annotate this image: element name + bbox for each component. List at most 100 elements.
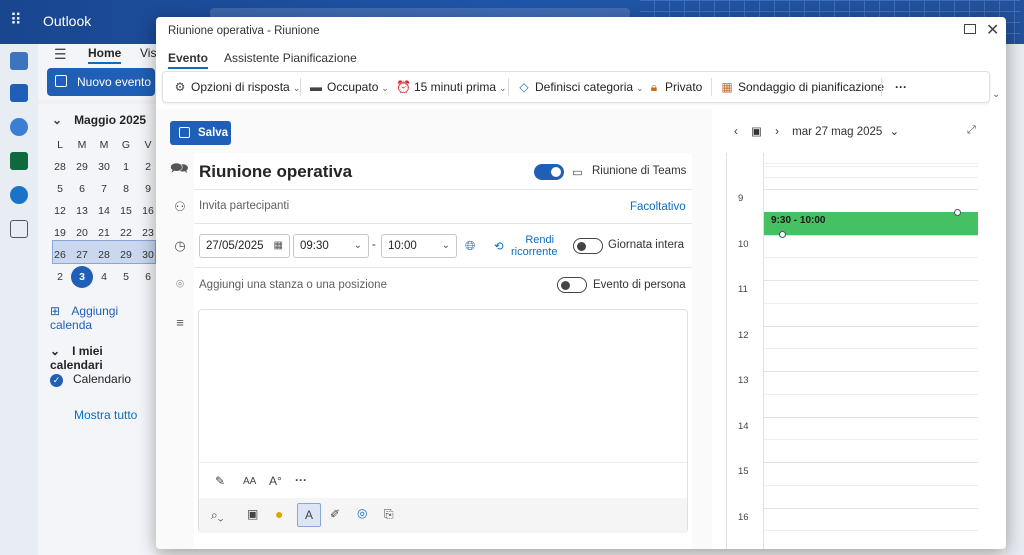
- new-event-button[interactable]: Nuovo evento: [47, 68, 155, 96]
- mini-calendar-day[interactable]: 29: [115, 244, 137, 266]
- mini-calendar-day[interactable]: 28: [93, 244, 115, 266]
- image-icon[interactable]: ▣: [247, 507, 258, 521]
- chevron-down-icon: ⌄: [381, 83, 389, 93]
- prev-day-icon[interactable]: ‹: [734, 126, 738, 138]
- reminder-button[interactable]: ⏰ 15 minuti prima ⌄: [396, 72, 507, 102]
- mini-calendar-day[interactable]: 1: [115, 156, 137, 178]
- end-time-select[interactable]: 10:00 ⌄: [381, 234, 457, 258]
- reminder-label: 15 minuti prima: [414, 80, 497, 94]
- show-all-link[interactable]: Mostra tutto: [74, 408, 137, 422]
- mini-calendar-day[interactable]: 19: [49, 222, 71, 244]
- busy-status-button[interactable]: ▬ Occupato ⌄: [309, 72, 389, 102]
- dialog-titlebar: Riunione operativa - Riunione ✕: [156, 17, 1006, 45]
- format-painter-icon[interactable]: ✎: [215, 474, 225, 488]
- save-label: Salva: [198, 127, 229, 139]
- mini-calendar-day[interactable]: 3: [71, 266, 93, 288]
- checkmark-icon: ✓: [50, 374, 63, 387]
- location-input[interactable]: Aggiungi una stanza o una posizione: [199, 279, 387, 291]
- mini-calendar-day[interactable]: 26: [49, 244, 71, 266]
- more-options-button[interactable]: ···: [895, 72, 907, 102]
- location-pin-icon: ⌾: [176, 276, 184, 291]
- calendar-plus-icon: ⊞: [50, 304, 61, 318]
- ribbon-expand-icon[interactable]: ⌄: [992, 89, 1000, 100]
- insert-icon[interactable]: ⎘: [384, 507, 394, 522]
- mini-calendar-day[interactable]: 5: [49, 178, 71, 200]
- tab-event[interactable]: Evento: [168, 51, 209, 69]
- add-calendar-link[interactable]: ⊞ Aggiungi calenda: [50, 304, 156, 332]
- calendar-nav: ‹ ▣ › mar 27 mag 2025 ⌄: [734, 124, 909, 138]
- editor-more-button[interactable]: ···: [295, 473, 307, 487]
- save-button[interactable]: Salva: [170, 121, 231, 145]
- mail-icon[interactable]: [10, 52, 28, 70]
- calendar-icon[interactable]: [10, 84, 28, 102]
- today-icon[interactable]: ▣: [751, 126, 762, 138]
- mini-calendar-day[interactable]: 30: [93, 156, 115, 178]
- hour-line: [763, 325, 978, 327]
- pen-icon[interactable]: ✐: [330, 507, 340, 521]
- mini-calendar-day[interactable]: 4: [93, 266, 115, 288]
- my-calendars-header[interactable]: ⌄ I miei calendari: [50, 344, 156, 372]
- calendar-item[interactable]: ✓ Calendario: [50, 372, 131, 387]
- mini-calendar-header[interactable]: ⌄ Maggio 2025: [52, 113, 146, 127]
- onedrive-icon[interactable]: [10, 186, 28, 204]
- all-day-toggle[interactable]: [573, 238, 603, 254]
- calendar-date-label[interactable]: mar 27 mag 2025: [792, 126, 882, 138]
- scheduling-poll-button[interactable]: ▦ Sondaggio di pianificazione: [720, 72, 884, 102]
- menu-icon[interactable]: ☰: [54, 46, 67, 63]
- apps-icon[interactable]: [10, 220, 28, 238]
- app-launcher-icon[interactable]: ⠿: [10, 12, 28, 30]
- close-icon[interactable]: ✕: [986, 20, 999, 40]
- people-icon[interactable]: [10, 118, 28, 136]
- recurrence-icon: ⟲: [494, 241, 504, 253]
- clock-icon: ◷: [174, 238, 186, 253]
- mini-calendar-day[interactable]: 21: [93, 222, 115, 244]
- mini-calendar-day[interactable]: 5: [115, 266, 137, 288]
- emoji-icon[interactable]: ●: [275, 506, 283, 522]
- tab-home[interactable]: Home: [88, 46, 122, 64]
- toolbar-divider: [300, 78, 301, 96]
- resize-handle-bottom[interactable]: [779, 230, 786, 238]
- mini-calendar-day[interactable]: 7: [93, 178, 115, 200]
- response-options-button[interactable]: ⚙ Opzioni di risposta ⌄: [173, 72, 301, 102]
- mini-calendar-day[interactable]: 27: [71, 244, 93, 266]
- office-icon[interactable]: [10, 152, 28, 170]
- superscript-icon[interactable]: A°: [269, 474, 282, 488]
- attach-icon[interactable]: ⌕⌄: [211, 508, 223, 523]
- text-format-icon[interactable]: A: [297, 503, 321, 527]
- half-hour-line: [763, 393, 978, 395]
- font-size-icon[interactable]: AA: [243, 476, 256, 487]
- tab-scheduling-assistant[interactable]: Assistente Pianificazione: [224, 51, 357, 65]
- mini-calendar-day[interactable]: 29: [71, 156, 93, 178]
- mini-calendar-day[interactable]: 20: [71, 222, 93, 244]
- date-picker[interactable]: 27/05/2025 ▦: [199, 234, 290, 258]
- optional-attendees-link[interactable]: Facoltativo: [630, 201, 686, 213]
- in-person-toggle[interactable]: [557, 277, 587, 293]
- mini-calendar-day[interactable]: 2: [49, 266, 71, 288]
- category-button[interactable]: ◇ Definisci categoria ⌄: [517, 72, 643, 102]
- mini-calendar-day[interactable]: 12: [49, 200, 71, 222]
- popout-icon[interactable]: [964, 24, 976, 34]
- mini-calendar-day[interactable]: 8: [115, 178, 137, 200]
- resize-handle-top[interactable]: [954, 208, 961, 216]
- timezone-globe-icon[interactable]: 🌐︎: [465, 238, 475, 254]
- next-day-icon[interactable]: ›: [775, 126, 779, 138]
- toggle-knob: [577, 241, 586, 251]
- invite-attendees-input[interactable]: Invita partecipanti: [199, 200, 289, 212]
- mini-calendar-day[interactable]: 6: [71, 178, 93, 200]
- mini-calendar-day[interactable]: 14: [93, 200, 115, 222]
- loop-icon[interactable]: ◎: [357, 506, 367, 520]
- mini-calendar-day[interactable]: 13: [71, 200, 93, 222]
- mini-calendar-day[interactable]: 15: [115, 200, 137, 222]
- start-time-select[interactable]: 09:30 ⌄: [293, 234, 369, 258]
- alarm-icon: ⏰: [396, 80, 411, 94]
- tab-view[interactable]: Vis: [140, 46, 156, 60]
- calendar-event[interactable]: 9:30 - 10:00: [764, 211, 978, 235]
- mini-calendar-day[interactable]: 28: [49, 156, 71, 178]
- mini-calendar-day[interactable]: 22: [115, 222, 137, 244]
- private-button[interactable]: 🔒︎ Privato: [647, 72, 703, 102]
- make-recurring-button[interactable]: Rendi ricorrente: [511, 234, 557, 258]
- teams-meeting-toggle[interactable]: [534, 164, 564, 180]
- event-body-editor[interactable]: ✎ AA A° ··· ⌕⌄ ▣ ● A ✐ ◎ ⎘: [198, 309, 688, 533]
- event-title-input[interactable]: Riunione operativa: [199, 162, 352, 182]
- expand-icon[interactable]: ⤢: [967, 124, 976, 137]
